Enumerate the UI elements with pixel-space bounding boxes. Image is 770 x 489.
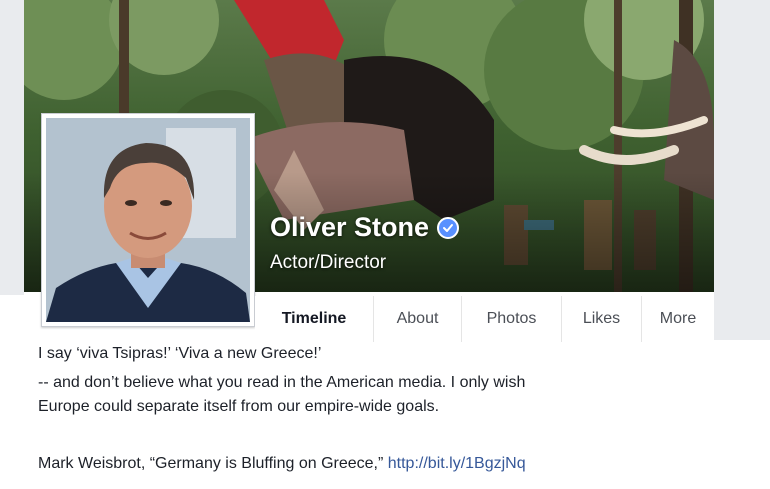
tab-more[interactable]: More [641,296,714,342]
tab-about[interactable]: About [373,296,461,342]
verified-check-icon [437,216,460,239]
profile-picture[interactable] [41,113,255,327]
profile-photo [46,118,250,322]
portrait-image [46,118,250,322]
tab-likes[interactable]: Likes [561,296,641,342]
tab-photos[interactable]: Photos [461,296,561,342]
post-paragraph: -- and don’t believe what you read in th… [38,371,525,419]
profile-tab-bar: Timeline About Photos Likes More [255,296,714,342]
profile-name-text: Oliver Stone [270,212,430,242]
citation-link[interactable]: http://bit.ly/1BgzjNq [388,455,526,472]
post-line: -- and don’t believe what you read in th… [38,374,526,391]
citation-text: Mark Weisbrot, “Germany is Bluffing on G… [38,455,384,472]
profile-name[interactable]: Oliver Stone [270,212,460,243]
post-line: Europe could separate itself from our em… [38,398,440,415]
page-gutter-right [714,0,770,340]
post-citation: Mark Weisbrot, “Germany is Bluffing on G… [38,452,526,476]
tab-timeline[interactable]: Timeline [255,296,373,342]
profile-category: Actor/Director [270,252,387,273]
post-line-quote: I say ‘viva Tsipras!’ ‘Viva a new Greece… [38,345,322,362]
page-gutter-left [0,0,24,295]
